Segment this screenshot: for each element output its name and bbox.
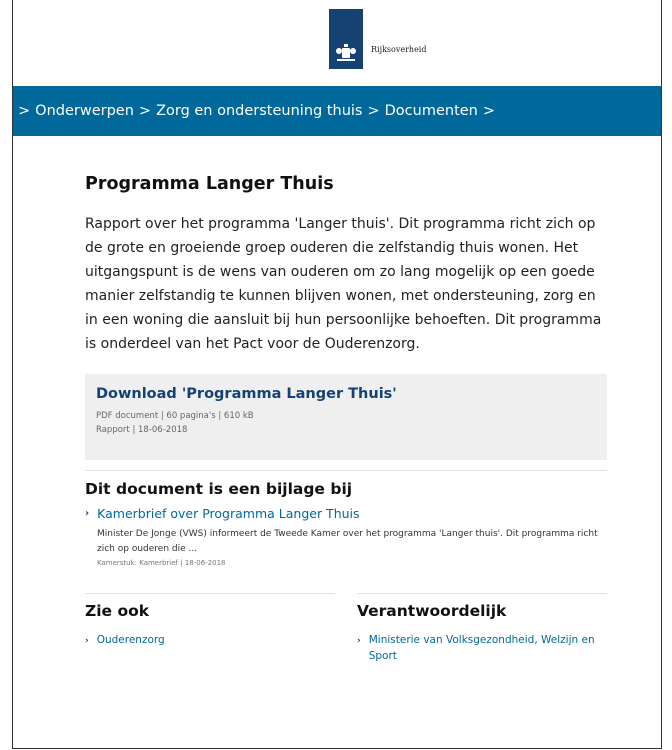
site-header: Rijksoverheid [13, 0, 661, 86]
breadcrumb: > Onderwerpen > Zorg en ondersteuning th… [13, 86, 661, 136]
chevron-right-icon: > [18, 103, 31, 119]
coat-of-arms-icon [329, 9, 363, 69]
attachment-title: Dit document is een bijlage bij [85, 480, 353, 498]
chevron-right-icon: › [85, 508, 90, 519]
ouderenzorg-link-label: Ouderenzorg [96, 634, 165, 646]
chevron-right-icon: › [85, 636, 89, 646]
breadcrumb-item-onderwerpen[interactable]: Onderwerpen [35, 103, 134, 119]
download-box: Download 'Programma Langer Thuis' PDF do… [85, 374, 607, 460]
document-info: Rapport | 18-06-2018 [96, 425, 188, 435]
divider [357, 593, 607, 594]
chevron-right-icon: > [367, 103, 380, 119]
related-columns: Zie ook › Ouderenzorg Verantwoordelijk ›… [85, 593, 607, 664]
kamerbrief-meta: Kamerstuk: Kamerbrief | 18-06-2018 [97, 559, 226, 567]
file-info: PDF document | 60 pagina's | 610 kB [96, 411, 254, 421]
responsible-title: Verantwoordelijk [357, 602, 507, 620]
chevron-right-icon: > [138, 103, 152, 119]
divider [85, 470, 607, 471]
chevron-right-icon: > [482, 103, 496, 119]
kamerbrief-link-label: Kamerbrief over Programma Langer Thuis [97, 506, 360, 521]
responsible-section: Verantwoordelijk › Ministerie van Volksg… [357, 593, 607, 664]
see-also-section: Zie ook › Ouderenzorg [85, 593, 335, 664]
main-content: Programma Langer Thuis Rapport over het … [85, 136, 607, 664]
ministry-link[interactable]: › Ministerie van Volksgezondheid, Welzij… [357, 632, 607, 664]
page-title: Programma Langer Thuis [85, 174, 334, 194]
site-logo[interactable]: Rijksoverheid [329, 9, 426, 69]
ouderenzorg-link[interactable]: › Ouderenzorg [85, 632, 335, 649]
breadcrumb-item-zorg[interactable]: Zorg en ondersteuning thuis [156, 103, 362, 119]
divider [85, 593, 335, 594]
see-also-title: Zie ook [85, 602, 150, 620]
intro-text: Rapport over het programma 'Langer thuis… [85, 216, 602, 352]
breadcrumb-item-documenten[interactable]: Documenten [385, 103, 478, 119]
download-link[interactable]: Download 'Programma Langer Thuis' [96, 386, 596, 402]
page-frame: Rijksoverheid > Onderwerpen > Zorg en on… [12, 0, 662, 749]
ministry-link-label: Ministerie van Volksgezondheid, Welzijn … [368, 634, 595, 662]
logo-text: Rijksoverheid [371, 44, 427, 54]
kamerbrief-link[interactable]: › Kamerbrief over Programma Langer Thuis [85, 506, 607, 521]
chevron-right-icon: › [357, 636, 361, 646]
kamerbrief-summary: Minister De Jonge (VWS) informeert de Tw… [97, 529, 598, 554]
